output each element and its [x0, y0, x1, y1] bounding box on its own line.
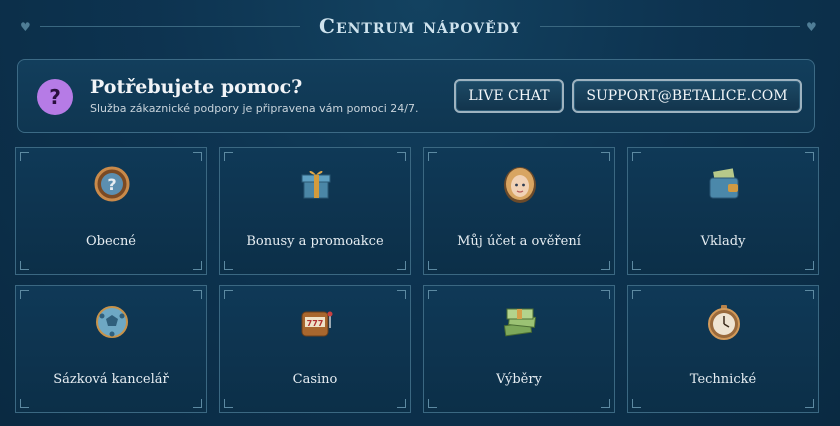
- help-banner: ? Potřebujete pomoc? Služba zákaznické p…: [17, 59, 815, 133]
- title-divider-right: [540, 26, 800, 27]
- help-subtitle: Služba zákaznické podpory je připravena …: [90, 102, 419, 115]
- football-icon: [92, 302, 132, 342]
- category-card-general[interactable]: ? Obecné: [15, 147, 207, 275]
- pocket-watch-icon: [704, 302, 744, 342]
- category-card-account[interactable]: Můj účet a ověření: [423, 147, 615, 275]
- category-label: Vklady: [700, 234, 746, 249]
- support-email-button[interactable]: SUPPORT@BETALICE.COM: [572, 79, 802, 113]
- category-label: Výběry: [496, 372, 542, 387]
- category-card-casino[interactable]: 777 Casino: [219, 285, 411, 413]
- header: ♥ Centrum nápovědy ♥: [0, 0, 840, 52]
- category-card-technical[interactable]: Technické: [627, 285, 819, 413]
- slot-machine-icon: 777: [296, 302, 336, 342]
- heart-ornament-icon: ♥: [806, 20, 817, 34]
- category-label: Obecné: [85, 234, 137, 249]
- svg-text:?: ?: [107, 175, 116, 194]
- gift-box-icon: [296, 164, 336, 204]
- category-card-withdrawals[interactable]: Výběry: [423, 285, 615, 413]
- live-chat-button[interactable]: LIVE CHAT: [454, 79, 564, 113]
- help-title: Potřebujete pomoc?: [90, 76, 303, 98]
- alice-portrait-icon: [500, 164, 540, 204]
- category-card-sportsbook[interactable]: Sázková kancelář: [15, 285, 207, 413]
- question-coin-icon: ?: [92, 164, 132, 204]
- question-icon: ?: [37, 79, 73, 115]
- category-label: Můj účet a ověření: [457, 234, 581, 249]
- category-card-bonuses[interactable]: Bonusy a promoakce: [219, 147, 411, 275]
- svg-text:777: 777: [307, 319, 324, 328]
- money-wallet-icon: [704, 164, 744, 204]
- category-label: Bonusy a promoakce: [246, 234, 384, 249]
- category-label: Casino: [292, 372, 338, 387]
- category-label: Sázková kancelář: [53, 372, 169, 387]
- category-label: Technické: [689, 372, 757, 387]
- category-card-deposits[interactable]: Vklady: [627, 147, 819, 275]
- cash-stack-icon: [500, 302, 540, 342]
